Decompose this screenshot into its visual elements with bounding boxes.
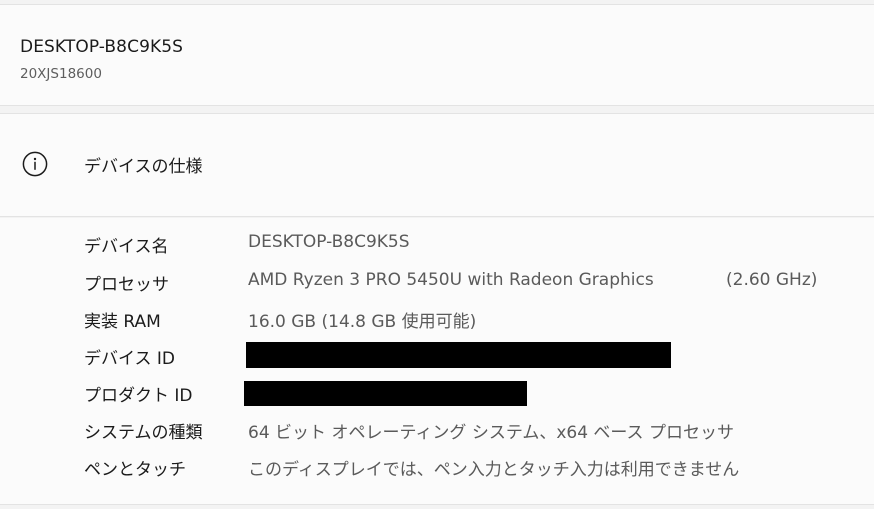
spec-row-device-id: デバイス ID <box>0 342 874 376</box>
device-model-text: 20XJS18600 <box>20 66 102 82</box>
device-spec-title: デバイスの仕様 <box>84 157 203 177</box>
spec-value[interactable]: 64 ビット オペレーティング システム、x64 ベース プロセッサ <box>248 418 734 443</box>
device-spec-list: デバイス名 DESKTOP-B8C9K5S プロセッサ AMD Ryzen 3 … <box>0 218 874 505</box>
spec-label: プロセッサ <box>84 275 169 295</box>
spec-value-clock-speed[interactable]: (2.60 GHz) <box>726 270 817 290</box>
spec-value[interactable]: このディスプレイでは、ペン入力とタッチ入力は利用できません <box>248 455 739 480</box>
device-name-heading: DESKTOP-B8C9K5S <box>20 37 184 57</box>
info-icon <box>22 151 48 177</box>
spec-value[interactable]: DESKTOP-B8C9K5S <box>248 232 410 252</box>
spec-row-processor: プロセッサ AMD Ryzen 3 PRO 5450U with Radeon … <box>0 270 874 302</box>
spec-label: 実装 RAM <box>84 312 161 332</box>
spec-row-device-name: デバイス名 DESKTOP-B8C9K5S <box>0 232 874 264</box>
spec-label: システムの種類 <box>84 423 203 443</box>
redaction-bar <box>244 381 527 406</box>
spec-label: デバイス ID <box>84 349 175 369</box>
spec-value[interactable]: AMD Ryzen 3 PRO 5450U with Radeon Graphi… <box>248 270 654 290</box>
spec-row-installed-ram: 実装 RAM 16.0 GB (14.8 GB 使用可能) <box>0 307 874 339</box>
device-spec-header[interactable]: デバイスの仕様 <box>0 113 874 217</box>
spec-label: デバイス名 <box>84 237 169 257</box>
spec-value[interactable]: 16.0 GB (14.8 GB 使用可能) <box>248 307 476 332</box>
spec-label: ペンとタッチ <box>84 460 186 480</box>
spec-label: プロダクト ID <box>84 386 193 406</box>
spec-row-pen-touch: ペンとタッチ このディスプレイでは、ペン入力とタッチ入力は利用できません <box>0 455 874 487</box>
redaction-bar <box>246 342 671 368</box>
spec-row-system-type: システムの種類 64 ビット オペレーティング システム、x64 ベース プロセ… <box>0 418 874 450</box>
device-name-card: DESKTOP-B8C9K5S 20XJS18600 <box>0 4 874 106</box>
spec-row-product-id: プロダクト ID <box>0 381 874 413</box>
